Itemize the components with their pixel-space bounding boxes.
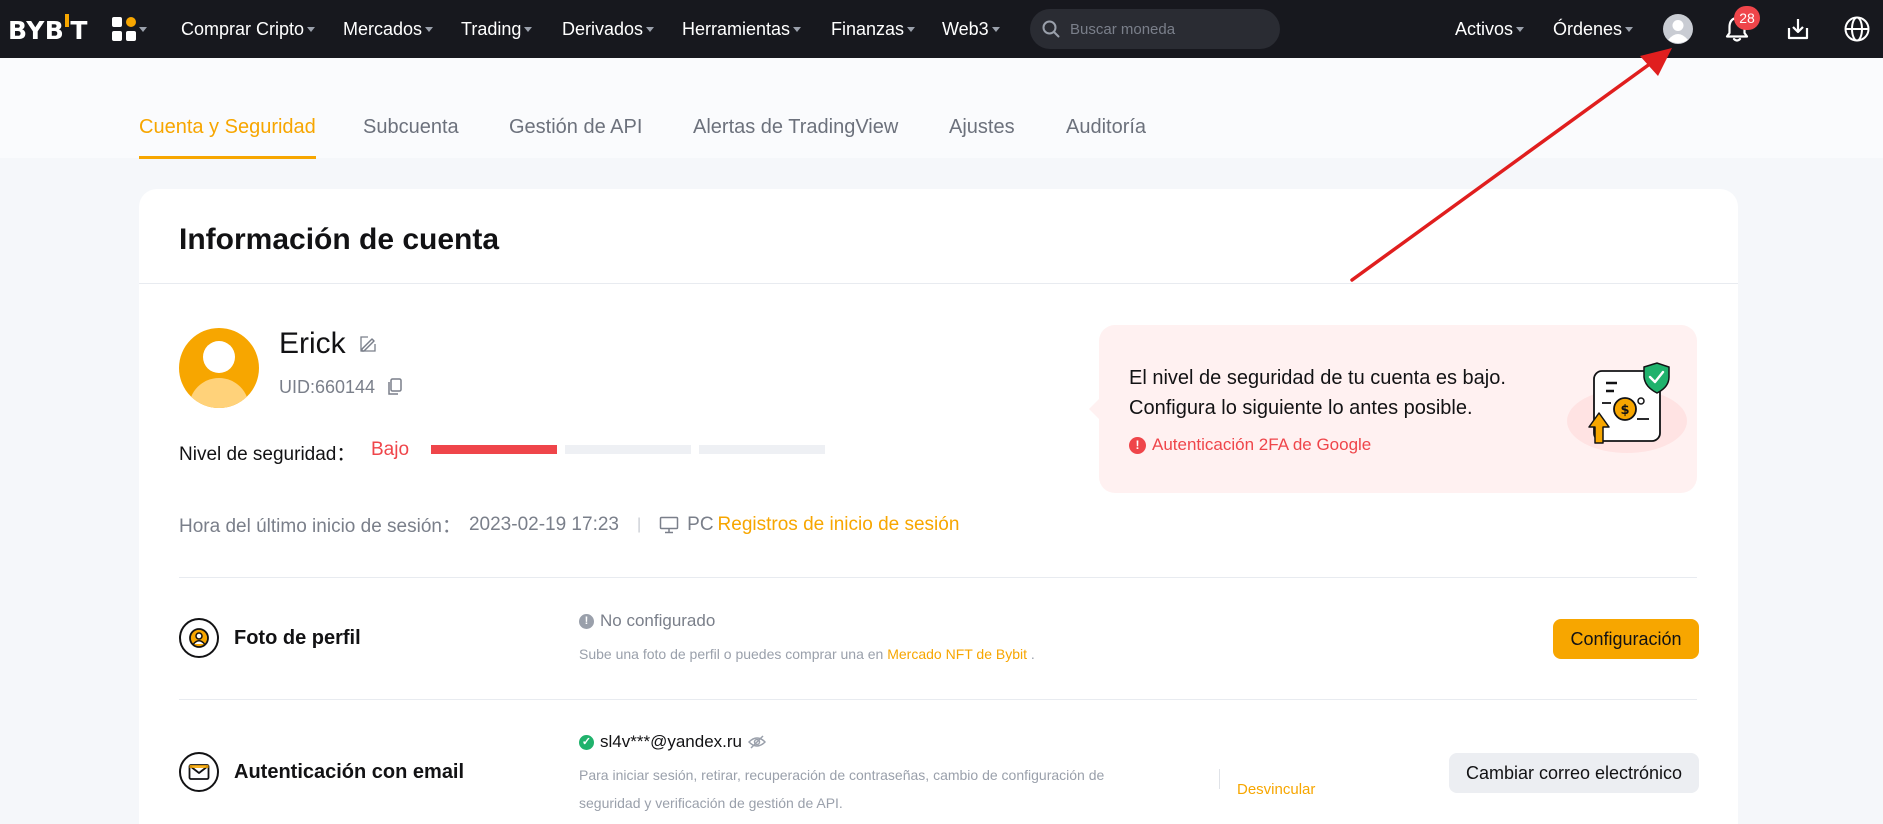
- nav-finanzas[interactable]: Finanzas: [831, 0, 916, 58]
- svg-text:$: $: [1620, 403, 1629, 418]
- google-2fa-link[interactable]: ! Autenticación 2FA de Google: [1129, 435, 1371, 455]
- nav-label: Web3: [942, 18, 989, 39]
- profile-photo-title: Foto de perfil: [234, 627, 361, 649]
- nav-derivados[interactable]: Derivados: [562, 0, 655, 58]
- nav-web3[interactable]: Web3: [942, 0, 1000, 58]
- device-type: PC: [687, 513, 714, 535]
- security-bar-2: [565, 445, 691, 454]
- nav-label: Trading: [461, 18, 522, 39]
- security-alert-box: El nivel de seguridad de tu cuenta es ba…: [1089, 325, 1697, 493]
- change-email-button[interactable]: Cambiar correo electrónico: [1449, 753, 1699, 793]
- monitor-icon: [659, 516, 679, 533]
- search-icon: [1042, 20, 1060, 38]
- grid-apps-icon: [112, 17, 136, 41]
- email-auth-title: Autenticación con email: [234, 761, 465, 783]
- profile-photo-config-button[interactable]: Configuración: [1553, 619, 1699, 659]
- status-text: No configurado: [600, 611, 716, 630]
- tab-gestion-de-api[interactable]: Gestión de API: [509, 58, 642, 158]
- email-auth-description: Para iniciar sesión, retirar, recuperaci…: [579, 761, 1104, 817]
- tab-alertas-tradingview[interactable]: Alertas de TradingView: [693, 58, 898, 158]
- tab-subcuenta[interactable]: Subcuenta: [363, 58, 459, 158]
- alert-message: El nivel de seguridad de tu cuenta es ba…: [1129, 363, 1549, 423]
- divider: [179, 699, 1697, 700]
- alert-item-label: Autenticación 2FA de Google: [1152, 435, 1372, 454]
- login-records-link[interactable]: Registros de inicio de sesión: [718, 514, 960, 536]
- profile-photo-description: Sube una foto de perfil o puedes comprar…: [579, 640, 1035, 668]
- nav-mercados[interactable]: Mercados: [343, 0, 434, 58]
- security-level-label: Nivel de seguridad：: [179, 444, 356, 465]
- annotation-arrow-icon: [1350, 48, 1672, 282]
- profile-photo-icon: [179, 618, 219, 658]
- search-input[interactable]: [1070, 20, 1270, 38]
- security-level-value: Bajo: [371, 439, 410, 460]
- check-icon: ✓: [579, 734, 594, 750]
- desc-text: .: [1027, 646, 1035, 662]
- page-title: Información de cuenta: [179, 223, 500, 256]
- nav-herramientas[interactable]: Herramientas: [682, 0, 802, 58]
- security-bar-3: [699, 445, 825, 454]
- tab-cuenta-y-seguridad[interactable]: Cuenta y Seguridad: [139, 58, 316, 159]
- last-login-label: Hora del último inicio de sesión：: [179, 516, 461, 537]
- avatar[interactable]: [179, 328, 259, 408]
- username: Erick: [279, 327, 346, 360]
- globe-icon[interactable]: [1842, 14, 1872, 44]
- tab-auditoria[interactable]: Auditoría: [1066, 58, 1146, 158]
- nav-label: Comprar Cripto: [181, 18, 305, 39]
- nav-trading[interactable]: Trading: [461, 0, 533, 58]
- warning-icon: !: [1129, 436, 1146, 454]
- user-uid: UID:660144: [279, 377, 376, 397]
- divider: [1219, 769, 1220, 789]
- last-login-row: Hora del último inicio de sesión： 2023-0…: [179, 511, 959, 538]
- desc-line-2: seguridad y verificación de gestión de A…: [579, 795, 843, 811]
- info-icon: !: [579, 613, 594, 629]
- last-login-time: 2023-02-19 17:23: [468, 513, 619, 535]
- unlink-email-link[interactable]: Desvincular: [1237, 781, 1315, 798]
- edit-icon[interactable]: [359, 335, 377, 358]
- security-bar-1: [431, 445, 557, 454]
- alert-line-1: El nivel de seguridad de tu cuenta es ba…: [1129, 367, 1506, 389]
- email-auth-status: ✓ sl4v***@yandex.ru: [579, 732, 766, 752]
- eye-hidden-icon[interactable]: [748, 735, 766, 749]
- security-illustration-icon: $: [1567, 362, 1687, 453]
- notification-count-badge: 28: [1734, 6, 1760, 30]
- search-box[interactable]: [1030, 9, 1280, 49]
- nav-label: Herramientas: [682, 18, 791, 39]
- nav-label: Finanzas: [831, 18, 905, 39]
- nft-market-link[interactable]: Mercado NFT de Bybit: [887, 646, 1027, 662]
- alert-line-2: Configura lo siguiente lo antes posible.: [1129, 397, 1473, 419]
- nav-label: Mercados: [343, 18, 423, 39]
- masked-email: sl4v***@yandex.ru: [600, 732, 742, 751]
- separator: |: [636, 515, 642, 533]
- nav-label: Activos: [1455, 18, 1514, 39]
- download-icon[interactable]: [1783, 14, 1813, 44]
- desc-text: Sube una foto de perfil o puedes comprar…: [579, 646, 888, 662]
- nav-comprar-cripto[interactable]: Comprar Cripto: [181, 0, 316, 58]
- copy-icon[interactable]: [387, 378, 403, 401]
- profile-photo-status: ! No configurado: [579, 611, 715, 631]
- divider: [179, 577, 1697, 578]
- nav-label: Derivados: [562, 18, 644, 39]
- bybit-logo[interactable]: BYB T: [8, 14, 88, 46]
- nav-label: Órdenes: [1553, 18, 1623, 39]
- apps-menu-button[interactable]: [112, 17, 152, 41]
- tab-ajustes[interactable]: Ajustes: [949, 58, 1015, 158]
- desc-line-1: Para iniciar sesión, retirar, recuperaci…: [579, 767, 1105, 783]
- email-icon: [179, 752, 219, 792]
